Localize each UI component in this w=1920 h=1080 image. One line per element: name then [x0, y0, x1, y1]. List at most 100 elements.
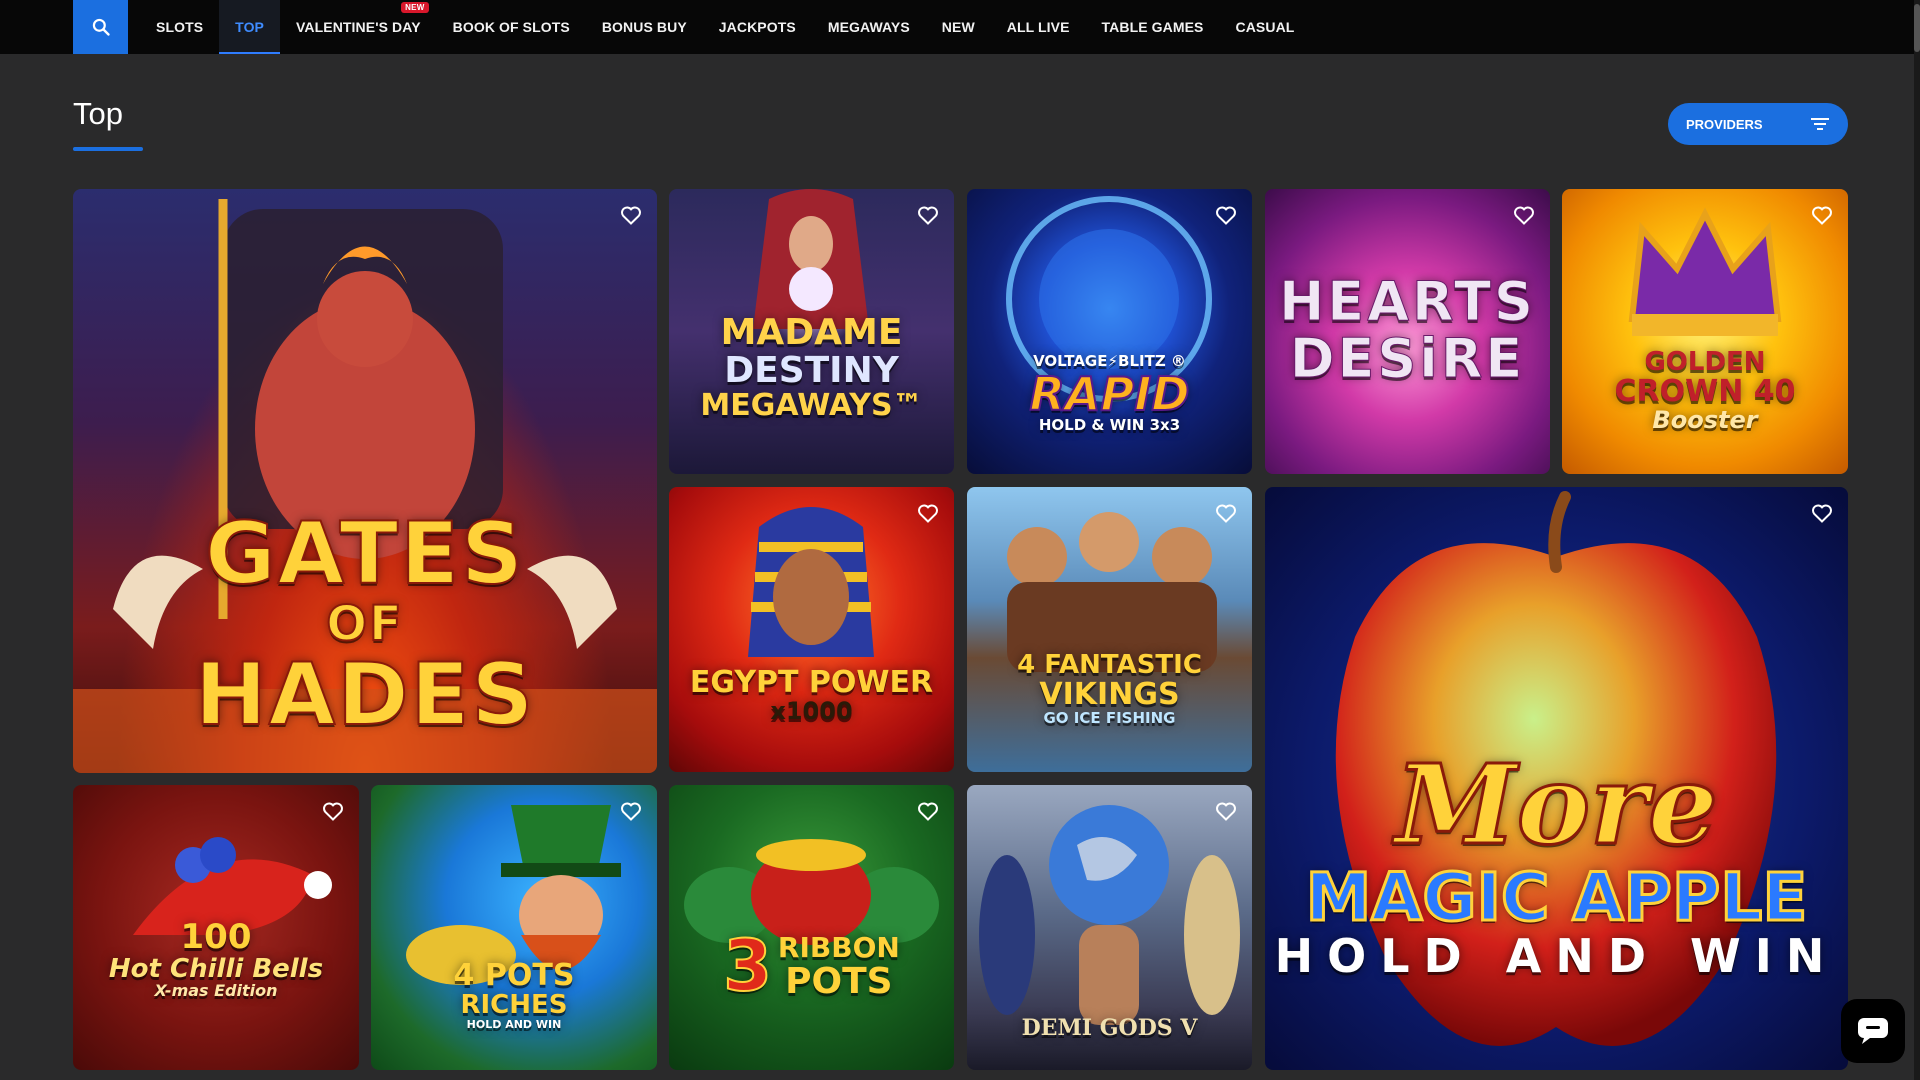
- title-line: EGYPT POWER: [689, 665, 934, 700]
- game-tile-hot-chilli-bells[interactable]: 100 Hot Chilli Bells X-mas Edition: [73, 785, 359, 1070]
- game-title: GATES OF HADES: [73, 504, 657, 745]
- favorite-heart-icon[interactable]: [1810, 203, 1834, 227]
- game-tile-egypt-power[interactable]: EGYPT POWER x1000: [669, 487, 954, 772]
- game-title: HEARTS DESiRE: [1265, 270, 1550, 390]
- title-line: CROWN 40: [1614, 374, 1796, 410]
- title-line: GOLDEN: [1644, 347, 1766, 377]
- game-title: DEMI GODS V: [967, 1015, 1252, 1041]
- favorite-heart-icon[interactable]: [619, 799, 643, 823]
- favorite-heart-icon[interactable]: [916, 203, 940, 227]
- game-tile-golden-crown[interactable]: GOLDEN CROWN 40 Booster: [1562, 189, 1848, 474]
- search-button[interactable]: [73, 0, 128, 54]
- providers-filter-button[interactable]: PROVIDERS: [1668, 103, 1848, 145]
- title-line: GO ICE FISHING: [1043, 708, 1176, 727]
- pharaoh-figure: [748, 507, 874, 657]
- favorite-heart-icon[interactable]: [1810, 501, 1834, 525]
- title-line: RAPID: [1028, 366, 1190, 421]
- nav-item-slots[interactable]: SLOTS: [140, 0, 219, 54]
- favorite-heart-icon[interactable]: [1214, 799, 1238, 823]
- title-line: RIBBON: [777, 931, 900, 965]
- nav-item-casual[interactable]: CASUAL: [1220, 0, 1311, 54]
- nav-item-megaways[interactable]: MEGAWAYS: [812, 0, 926, 54]
- favorite-heart-icon[interactable]: [619, 203, 643, 227]
- chat-icon: [1858, 1018, 1888, 1044]
- title-line: 3: [722, 925, 773, 1007]
- search-icon: [92, 18, 110, 36]
- game-tile-pots-riches[interactable]: 4 POTS RICHES HOLD AND WIN: [371, 785, 657, 1070]
- pots-graphic: [684, 839, 939, 945]
- nav-item-top[interactable]: TOP: [219, 0, 280, 54]
- nav-label: VALENTINE'S DAY: [296, 19, 421, 35]
- title-line: MAGIC APPLE: [1304, 858, 1809, 936]
- favorite-heart-icon[interactable]: [1512, 203, 1536, 227]
- favorite-heart-icon[interactable]: [916, 799, 940, 823]
- game-title: MADAME DESTINY MEGAWAYS™: [669, 314, 954, 421]
- favorite-heart-icon[interactable]: [1214, 501, 1238, 525]
- live-chat-button[interactable]: [1841, 999, 1905, 1063]
- game-title: EGYPT POWER x1000: [669, 667, 954, 724]
- nav-label: JACKPOTS: [718, 19, 796, 35]
- game-tile-madame-destiny[interactable]: MADAME DESTINY MEGAWAYS™: [669, 189, 954, 474]
- game-tile-ribbon-pots[interactable]: 3 RIBBON POTS: [669, 785, 954, 1070]
- nav-label: ALL LIVE: [1006, 19, 1070, 35]
- nav-label: BONUS BUY: [601, 19, 687, 35]
- title-line: X-mas Edition: [154, 980, 278, 1000]
- category-nav: SLOTS TOP VALENTINE'S DAY NEW BOOK OF SL…: [140, 0, 1310, 54]
- game-tile-gates-of-hades[interactable]: GATES OF HADES: [73, 189, 657, 773]
- nav-label: NEW: [941, 19, 975, 35]
- page-scrollbar[interactable]: [1914, 0, 1920, 1080]
- title-line: Booster: [1652, 405, 1758, 434]
- game-title: 4 FANTASTIC VIKINGS GO ICE FISHING: [967, 650, 1252, 727]
- title-line: DEMI GODS V: [1021, 1015, 1198, 1041]
- favorite-heart-icon[interactable]: [321, 799, 345, 823]
- scrollbar-thumb[interactable]: [1914, 4, 1920, 52]
- top-navigation-bar: SLOTS TOP VALENTINE'S DAY NEW BOOK OF SL…: [0, 0, 1920, 54]
- nav-item-all-live[interactable]: ALL LIVE: [991, 0, 1086, 54]
- game-title: VOLTAGE⚡BLITZ ® RAPID HOLD & WIN 3x3: [967, 353, 1252, 435]
- nav-item-book-of-slots[interactable]: BOOK OF SLOTS: [437, 0, 586, 54]
- nav-item-jackpots[interactable]: JACKPOTS: [703, 0, 812, 54]
- title-line: 4 FANTASTIC: [1017, 650, 1202, 680]
- game-title: More MAGIC APPLE HOLD AND WIN: [1265, 740, 1848, 983]
- title-line: DESTINY: [724, 349, 899, 391]
- new-badge: NEW: [401, 2, 429, 13]
- nav-label: MEGAWAYS: [827, 19, 910, 35]
- title-line: More: [1393, 740, 1719, 869]
- title-line: DESiRE: [1289, 326, 1526, 390]
- game-tile-hearts-desire[interactable]: HEARTS DESiRE: [1265, 189, 1550, 474]
- game-tile-voltage-blitz[interactable]: VOLTAGE⚡BLITZ ® RAPID HOLD & WIN 3x3: [967, 189, 1252, 474]
- vikings-group: [1007, 512, 1217, 672]
- title-line: x1000: [770, 696, 853, 725]
- nav-label: BOOK OF SLOTS: [452, 19, 570, 35]
- game-tile-fantastic-vikings[interactable]: 4 FANTASTIC VIKINGS GO ICE FISHING: [967, 487, 1252, 772]
- providers-label: PROVIDERS: [1686, 116, 1763, 132]
- game-tile-demi-gods[interactable]: DEMI GODS V: [967, 785, 1252, 1070]
- title-line: HADES: [194, 644, 536, 745]
- title-line: Hot Chilli Bells: [108, 953, 324, 984]
- game-tile-more-magic-apple[interactable]: More MAGIC APPLE HOLD AND WIN: [1265, 487, 1848, 1070]
- title-line: HOLD AND WIN: [1274, 928, 1839, 983]
- title-line: RICHES: [460, 989, 568, 1020]
- nav-item-table-games[interactable]: TABLE GAMES: [1086, 0, 1220, 54]
- game-title: 3 RIBBON POTS: [669, 925, 954, 1007]
- page-title: Top: [73, 96, 123, 131]
- title-line: GATES: [204, 504, 525, 604]
- title-line: POTS: [785, 960, 893, 1002]
- title-line: HEARTS: [1279, 270, 1536, 333]
- title-line: MADAME: [720, 312, 903, 353]
- nav-label: SLOTS: [156, 19, 204, 35]
- nav-item-new[interactable]: NEW: [926, 0, 991, 54]
- nav-label: TABLE GAMES: [1101, 19, 1204, 35]
- title-line: MEGAWAYS™: [700, 387, 923, 423]
- game-title: 4 POTS RICHES HOLD AND WIN: [371, 960, 657, 1030]
- title-line: 4 POTS: [453, 958, 575, 993]
- nav-item-valentines-day[interactable]: VALENTINE'S DAY NEW: [280, 0, 437, 54]
- title-line: 100: [180, 917, 252, 957]
- nav-label: CASUAL: [1235, 19, 1295, 35]
- nav-item-bonus-buy[interactable]: BONUS BUY: [586, 0, 703, 54]
- nav-label: TOP: [235, 19, 264, 35]
- favorite-heart-icon[interactable]: [916, 501, 940, 525]
- title-line: HOLD & WIN 3x3: [1038, 416, 1181, 435]
- favorite-heart-icon[interactable]: [1214, 203, 1238, 227]
- game-title: GOLDEN CROWN 40 Booster: [1562, 347, 1848, 434]
